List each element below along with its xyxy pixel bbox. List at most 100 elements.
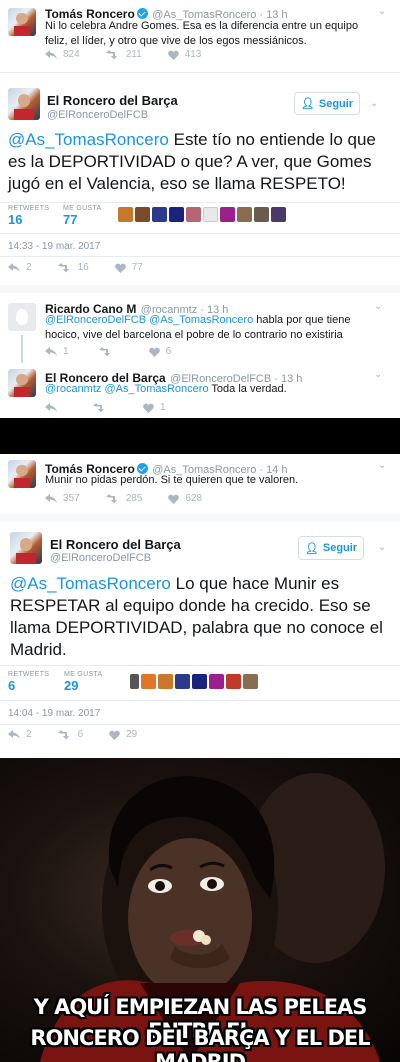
tweet-3-actions: 357 285 628 [45,493,228,504]
like-count: 77 [131,262,143,273]
reply-button[interactable] [45,402,63,413]
tweet-1-views: 413 [184,49,202,60]
reply-count: 2 [26,262,32,273]
chevron-down-icon[interactable]: ⌄ [374,369,382,380]
tweet-1-actions: 824 211 413 [45,49,227,60]
liker-avatar[interactable] [271,207,286,222]
reply-button[interactable]: 824 [45,49,80,60]
like-button[interactable]: 628 [168,493,202,504]
tweet-2-timestamp[interactable]: 14:33 - 19 mar. 2017 [8,241,100,252]
like-button[interactable]: 1 [143,402,166,413]
verified-icon [136,8,148,19]
like-button[interactable]: 413 [167,49,202,60]
tweet-4-body: @As_TomasRoncero Lo que hace Munir es RE… [10,573,390,661]
liker-avatar[interactable] [130,674,139,689]
tweet-4-likes-stat[interactable]: ME GUSTA 29 [64,671,102,693]
retweet-button[interactable]: 285 [105,493,142,504]
liker-avatar[interactable] [254,207,269,222]
avatar-default-egg[interactable] [8,303,36,331]
meme-caption-line-2: RONCERO DEL BARÇA Y EL DEL MADRID [30,1026,370,1062]
reply-button[interactable]: 2 [8,262,32,273]
like-count: 6 [165,346,172,357]
follow-button[interactable]: 👤︎ Seguir [294,92,360,115]
chevron-down-icon[interactable]: ⌄ [378,6,386,17]
follow-button[interactable]: 👤︎ Seguir [298,536,364,560]
divider [0,202,400,203]
tweet-2-actions: 2 16 77 [8,262,169,273]
separator-bar [0,418,400,454]
retweet-button[interactable]: 211 [105,49,142,60]
liker-avatar[interactable] [169,207,184,222]
tweet-2-retweets-stat[interactable]: RETWEETS 16 [8,205,49,227]
reply-2-mentions[interactable]: @rocanmtz @As_TomasRoncero [45,383,209,395]
tweet-1-likes: 211 [125,49,142,60]
like-button[interactable]: 77 [114,262,143,273]
liker-avatar[interactable] [152,207,167,222]
chevron-down-icon[interactable]: ⌄ [378,460,386,471]
tweet-3-views: 628 [185,493,203,504]
retweet-icon [57,729,69,739]
reply-1-mentions[interactable]: @ElRonceroDelFCB @As_TomasRoncero [45,314,253,326]
reply-count: 1 [63,346,69,357]
tweet-4-timestamp[interactable]: 14:04 - 19 mar. 2017 [8,708,100,719]
liker-avatar[interactable] [192,674,207,689]
retweet-button[interactable]: 16 [57,262,89,273]
liker-avatar[interactable] [220,207,235,222]
retweet-button[interactable] [98,346,119,357]
liker-avatar[interactable] [243,674,258,689]
heart-icon [114,263,126,273]
divider [0,233,400,234]
reply-button[interactable]: 2 [8,729,32,740]
reply-icon [45,493,57,503]
likes-count: 77 [63,212,78,227]
reply-icon [45,49,57,59]
tweet-2-mention[interactable]: @As_TomasRoncero [8,130,169,149]
liker-avatar[interactable] [203,207,218,222]
tweet-4: El Roncero del Barça @ElRonceroDelFCB 👤︎… [0,522,400,758]
retweet-icon [57,262,69,272]
likes-count: 29 [64,678,79,693]
liker-avatar[interactable] [226,674,241,689]
avatar-tomas-roncero[interactable] [8,8,36,36]
like-button[interactable]: 29 [109,729,137,740]
tweet-2-name[interactable]: El Roncero del Barça [47,93,178,108]
chevron-down-icon[interactable]: ⌄ [378,542,386,553]
reply-icon [8,262,20,272]
heart-icon [143,403,154,413]
liker-avatar[interactable] [141,674,156,689]
like-count: 1 [160,402,166,413]
avatar-roncero-barca[interactable] [8,88,40,120]
like-count: 29 [126,729,138,740]
tweet-4-handle[interactable]: @ElRonceroDelFCB [50,552,151,564]
chevron-down-icon[interactable]: ⌄ [374,301,382,312]
avatar-tomas-roncero[interactable] [8,460,36,488]
tweet-3: Tomás Roncero @As_TomasRoncero · 14 h ⌄ … [0,454,400,516]
tweet-4-actions: 2 6 29 [8,729,163,740]
avatar-roncero-barca[interactable] [8,369,36,397]
liker-avatar[interactable] [186,207,201,222]
tweet-1-retweets: 824 [63,49,80,60]
divider [0,665,400,666]
retweet-button[interactable]: 6 [57,729,83,740]
follow-label: Seguir [322,542,358,554]
divider [0,285,400,293]
liker-avatar[interactable] [209,674,224,689]
tweet-4-retweets-stat[interactable]: RETWEETS 6 [8,671,49,693]
liker-avatar[interactable] [118,207,133,222]
reply-button[interactable]: 1 [45,346,69,357]
chevron-down-icon[interactable]: ⌄ [370,98,378,109]
liker-avatar[interactable] [175,674,190,689]
liker-avatar[interactable] [158,674,173,689]
reply-button[interactable]: 357 [45,493,80,504]
tweet-2-handle[interactable]: @ElRonceroDelFCB [47,109,148,121]
reply-2: El Roncero del Barça @ElRonceroDelFCB · … [0,365,400,417]
tweet-2-likes-stat[interactable]: ME GUSTA 77 [63,205,101,227]
tweet-4-name[interactable]: El Roncero del Barça [50,537,181,552]
tweet-4-mention[interactable]: @As_TomasRoncero [10,574,171,593]
liker-avatar[interactable] [135,207,150,222]
like-button[interactable]: 6 [148,346,172,357]
avatar-roncero-barca[interactable] [10,532,42,564]
retweet-button[interactable] [93,402,113,413]
liker-avatar[interactable] [237,207,252,222]
tweet-1: Tomás Roncero @As_TomasRoncero · 13 h ⌄ … [0,0,400,70]
